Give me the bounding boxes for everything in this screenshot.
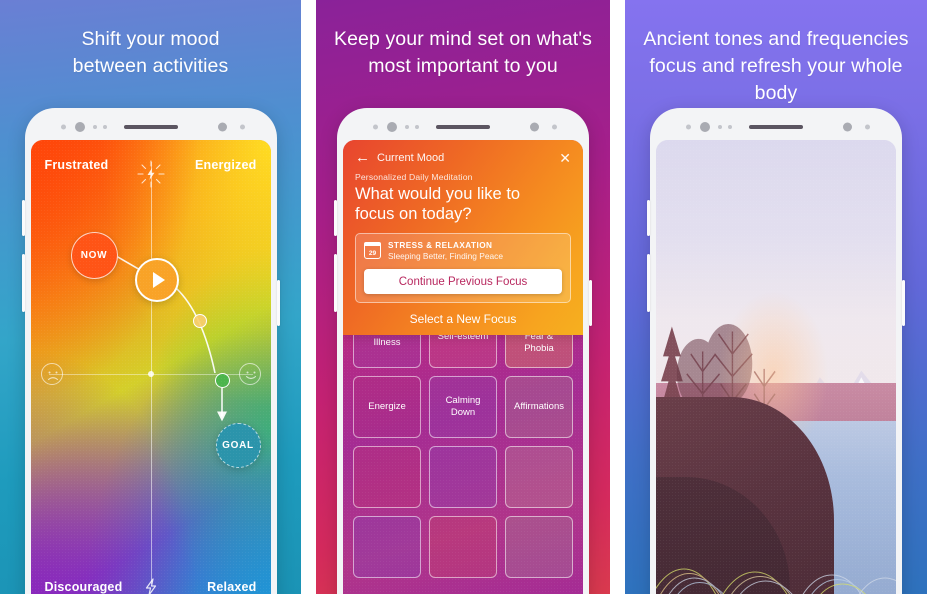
previous-focus-subtitle: Sleeping Better, Finding Peace xyxy=(388,251,504,261)
panel2-headline-line1: Keep your mind set on what's xyxy=(334,28,592,50)
front-camera-icon xyxy=(74,122,85,132)
front-camera-icon xyxy=(700,122,710,132)
panel-gap-1 xyxy=(301,0,316,594)
phone-frame-3 xyxy=(647,108,905,594)
back-arrow-icon[interactable]: ← xyxy=(355,150,370,165)
previous-focus-row: 29 STRESS & RELAXATION Sleeping Better, … xyxy=(363,241,562,261)
phone2-button-right[interactable] xyxy=(589,280,592,326)
sensor-dot-1 xyxy=(686,124,691,130)
focus-tile[interactable] xyxy=(505,446,573,508)
panel-gap-2 xyxy=(610,0,625,594)
phone3-button-left-upper[interactable] xyxy=(647,200,650,236)
sound-wave-visualizer xyxy=(656,568,896,594)
mood-play-button[interactable] xyxy=(134,258,179,302)
panel1-headline-line2: between activities xyxy=(72,55,229,77)
phone-frame-1: NOW GOAL Frustrated Energized Discourage… xyxy=(21,108,280,594)
phone-top-bezel-1 xyxy=(31,114,271,140)
sensor-dot-2 xyxy=(718,125,722,129)
earpiece-speaker xyxy=(123,125,178,129)
sensor-dot-3 xyxy=(728,125,732,129)
phone-screen-focus-picker: Career &CollegeSuccess &AchievementStres… xyxy=(343,140,583,594)
phone3-button-left-lower[interactable] xyxy=(647,254,650,312)
panel-mood-shift: Shift your mood between activities NOW G… xyxy=(0,0,301,594)
phone2-button-left-lower[interactable] xyxy=(334,254,337,312)
sheet-question-line1: What would you like to xyxy=(355,185,521,203)
sensor-dot-3 xyxy=(102,125,107,129)
sensor-dot-1 xyxy=(60,124,66,130)
mood-label-frustrated: Frustrated xyxy=(44,158,109,172)
panel2-headline: Keep your mind set on what's most import… xyxy=(316,26,610,80)
sensor-dot-5 xyxy=(865,124,870,130)
mood-label-relaxed: Relaxed xyxy=(207,580,257,594)
calendar-day-number: 29 xyxy=(368,250,377,257)
calendar-icon: 29 xyxy=(363,241,382,259)
focus-header-sheet: ← Current Mood ✕ Personalized Daily Medi… xyxy=(343,140,583,335)
mood-map-gradient[interactable]: NOW GOAL Frustrated Energized Discourage… xyxy=(30,140,271,594)
previous-focus-text: STRESS & RELAXATION Sleeping Better, Fin… xyxy=(388,241,503,261)
select-new-focus-label: Select a New Focus xyxy=(409,312,517,326)
phone-top-bezel-2 xyxy=(343,114,583,140)
phone-screen-nature xyxy=(656,140,896,594)
sensor-dot-3 xyxy=(415,125,419,129)
mood-journey-path xyxy=(116,255,227,422)
phone-button-left-lower[interactable] xyxy=(21,254,25,312)
mood-label-discouraged: Discouraged xyxy=(44,580,123,594)
mood-label-energized: Energized xyxy=(194,158,257,172)
panel2-headline-line2: most important to you xyxy=(368,55,558,77)
mood-node-now-label: NOW xyxy=(80,250,108,261)
continue-previous-focus-button[interactable]: Continue Previous Focus xyxy=(364,269,562,294)
phone-frame-2: Career &CollegeSuccess &AchievementStres… xyxy=(334,108,592,594)
sheet-topbar: ← Current Mood ✕ xyxy=(355,150,571,165)
panel-focus-picker: Keep your mind set on what's most import… xyxy=(316,0,610,594)
screenshot-stage: Shift your mood between activities NOW G… xyxy=(0,0,927,594)
phone-screen-mood-map: NOW GOAL Frustrated Energized Discourage… xyxy=(30,140,271,594)
panel3-headline-line1: Ancient tones and frequencies xyxy=(643,28,909,50)
close-icon[interactable]: ✕ xyxy=(559,151,571,165)
focus-tile[interactable]: Calming Down xyxy=(429,376,497,438)
front-camera-icon xyxy=(387,122,397,132)
focus-tile[interactable] xyxy=(429,516,497,578)
panel1-headline: Shift your mood between activities xyxy=(0,26,301,80)
sensor-dot-2 xyxy=(92,125,97,129)
focus-tile[interactable]: Affirmations xyxy=(505,376,573,438)
earpiece-speaker xyxy=(749,125,803,129)
sensor-dot-4 xyxy=(843,122,852,132)
previous-focus-category: STRESS & RELAXATION xyxy=(388,241,493,250)
mood-node-waypoint[interactable] xyxy=(192,314,207,328)
panel3-headline: Ancient tones and frequencies focus and … xyxy=(625,26,927,107)
mood-node-now[interactable]: NOW xyxy=(70,232,118,279)
phone-button-left-upper[interactable] xyxy=(21,200,25,236)
sensor-dot-1 xyxy=(373,124,378,130)
sheet-question-line2: focus on today? xyxy=(355,205,472,223)
focus-tile[interactable] xyxy=(429,446,497,508)
focus-tile[interactable] xyxy=(505,516,573,578)
sheet-eyebrow: Personalized Daily Meditation xyxy=(355,172,473,182)
sheet-question: What would you like to focus on today? xyxy=(355,184,571,224)
panel-tones-frequencies: Ancient tones and frequencies focus and … xyxy=(625,0,927,594)
play-icon xyxy=(152,272,165,288)
sensor-dot-2 xyxy=(405,125,409,129)
mood-node-goal-label: GOAL xyxy=(222,440,254,451)
phone-button-right[interactable] xyxy=(276,280,280,326)
nature-photo xyxy=(656,140,896,594)
mood-node-goal[interactable]: GOAL xyxy=(215,423,261,468)
earpiece-speaker xyxy=(436,125,490,129)
focus-tile[interactable] xyxy=(353,516,421,578)
phone-top-bezel-3 xyxy=(656,114,896,140)
phone3-button-right[interactable] xyxy=(902,280,905,326)
focus-tile[interactable] xyxy=(353,446,421,508)
phone2-button-left-upper[interactable] xyxy=(334,200,337,236)
panel3-headline-line2: focus and refresh your whole body xyxy=(649,55,903,104)
sensor-dot-4 xyxy=(530,122,539,132)
bolt-icon xyxy=(145,578,156,594)
sheet-title: Current Mood xyxy=(377,151,445,164)
previous-focus-card: 29 STRESS & RELAXATION Sleeping Better, … xyxy=(355,233,571,303)
sensor-dot-5 xyxy=(552,124,557,130)
sensor-dot-4 xyxy=(217,122,227,132)
panel1-headline-line1: Shift your mood xyxy=(81,28,220,50)
mood-node-green[interactable] xyxy=(214,373,230,388)
sensor-dot-5 xyxy=(239,124,245,130)
focus-tile[interactable]: Energize xyxy=(353,376,421,438)
